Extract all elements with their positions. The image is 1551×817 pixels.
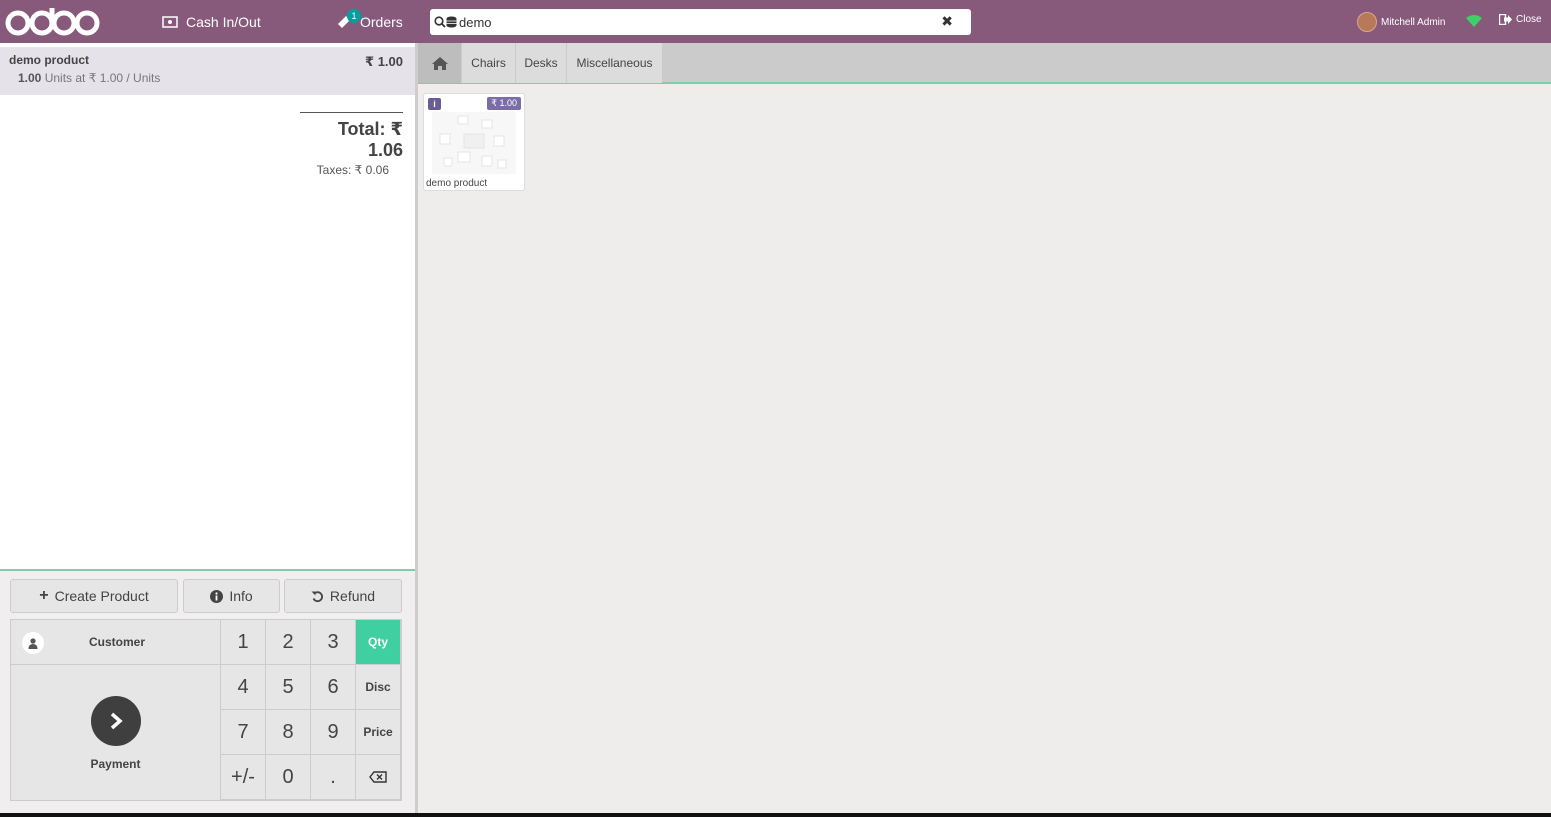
order-line-product: demo product <box>9 53 89 67</box>
price-mode-button[interactable]: Price <box>356 710 401 755</box>
order-line-unit-info: Units at ₹ 1.00 / Units <box>44 71 161 85</box>
user-icon <box>22 632 44 654</box>
home-icon <box>431 56 448 70</box>
cash-in-out-label: Cash In/Out <box>186 13 261 30</box>
control-pads: + Create Product Info Refund Customer Pa… <box>0 569 415 813</box>
wifi-icon <box>1466 15 1482 27</box>
user-name: Mitchell Admin <box>1381 16 1446 28</box>
money-icon <box>162 15 178 28</box>
order-summary: Total: ₹ 1.06 Taxes: ₹ 0.06 <box>300 112 403 177</box>
product-card[interactable]: i ₹ 1.00 demo product <box>423 93 525 191</box>
numpad-key-7[interactable]: 7 <box>221 710 266 755</box>
payment-button[interactable]: Payment <box>11 665 220 800</box>
product-search: ✖ <box>430 9 971 35</box>
database-icon <box>446 16 457 28</box>
backspace-icon <box>369 771 387 783</box>
numpad-key-4[interactable]: 4 <box>221 665 266 710</box>
undo-icon <box>311 590 323 602</box>
orders-count-badge: 1 <box>347 9 361 23</box>
order-line-detail: 1.00 Units at ₹ 1.00 / Units <box>9 71 406 85</box>
product-placeholder-image <box>432 112 516 174</box>
product-name: demo product <box>426 178 488 189</box>
action-pad: Customer Payment <box>10 619 221 801</box>
numpad-key-0[interactable]: 0 <box>266 755 311 800</box>
chevron-right-icon <box>90 696 141 746</box>
orders-label: Orders <box>360 13 403 30</box>
numpad-dot[interactable]: . <box>311 755 356 800</box>
order-line-price: ₹ 1.00 <box>365 54 403 69</box>
refund-button[interactable]: Refund <box>284 579 402 613</box>
numpad-plus-minus[interactable]: +/- <box>221 755 266 800</box>
plus-icon: + <box>39 587 49 604</box>
numpad-key-8[interactable]: 8 <box>266 710 311 755</box>
clear-search-icon[interactable]: ✖ <box>941 13 953 30</box>
category-bar: Chairs Desks Miscellaneous <box>418 43 1551 84</box>
refund-label: Refund <box>329 588 376 604</box>
customer-button[interactable]: Customer <box>11 620 220 665</box>
qty-mode-button[interactable]: Qty <box>356 620 401 665</box>
numpad-key-6[interactable]: 6 <box>311 665 356 710</box>
order-taxes: Taxes: ₹ 0.06 <box>316 163 389 177</box>
numpad-key-2[interactable]: 2 <box>266 620 311 665</box>
order-panel: demo product ₹ 1.00 1.00 Units at ₹ 1.00… <box>0 43 415 813</box>
payment-label: Payment <box>90 757 141 771</box>
odoo-logo <box>5 8 100 36</box>
product-info-icon[interactable]: i <box>428 98 441 110</box>
order-line[interactable]: demo product ₹ 1.00 1.00 Units at ₹ 1.00… <box>0 47 415 95</box>
category-tab-miscellaneous[interactable]: Miscellaneous <box>566 43 662 83</box>
category-home-button[interactable] <box>418 43 461 83</box>
create-product-button[interactable]: + Create Product <box>10 579 178 613</box>
numpad-key-5[interactable]: 5 <box>266 665 311 710</box>
sign-out-icon <box>1499 14 1512 25</box>
create-product-label: Create Product <box>54 588 149 604</box>
search-input[interactable] <box>457 14 917 30</box>
category-tab-desks[interactable]: Desks <box>515 43 566 83</box>
info-icon <box>210 589 224 603</box>
numpad-key-1[interactable]: 1 <box>221 620 266 665</box>
close-label: Close <box>1516 14 1542 25</box>
close-button[interactable]: Close <box>1499 14 1542 25</box>
info-button[interactable]: Info <box>183 579 280 613</box>
product-price-tag: ₹ 1.00 <box>487 97 521 110</box>
order-total: Total: ₹ 1.06 <box>337 119 403 160</box>
numpad-key-9[interactable]: 9 <box>311 710 356 755</box>
bottom-strip <box>0 813 1551 817</box>
search-icon <box>434 16 446 28</box>
user-menu[interactable]: Mitchell Admin <box>1357 12 1445 32</box>
avatar <box>1357 12 1377 32</box>
customer-label: Customer <box>89 635 146 649</box>
category-tab-chairs[interactable]: Chairs <box>461 43 515 83</box>
orders-button[interactable]: 1 Orders <box>336 0 403 43</box>
cash-in-out-button[interactable]: Cash In/Out <box>162 0 261 43</box>
backspace-button[interactable] <box>356 755 401 800</box>
products-panel: Chairs Desks Miscellaneous i ₹ 1.00 demo… <box>418 43 1551 813</box>
order-line-qty: 1.00 <box>18 71 42 85</box>
disc-mode-button[interactable]: Disc <box>356 665 401 710</box>
numpad-key-3[interactable]: 3 <box>311 620 356 665</box>
numpad: 1 2 3 Qty 4 5 6 Disc 7 8 9 Price +/- 0 . <box>220 619 402 801</box>
top-bar: Cash In/Out 1 Orders ✖ Mitchell Admin <box>0 0 1551 43</box>
info-label: Info <box>229 588 253 604</box>
